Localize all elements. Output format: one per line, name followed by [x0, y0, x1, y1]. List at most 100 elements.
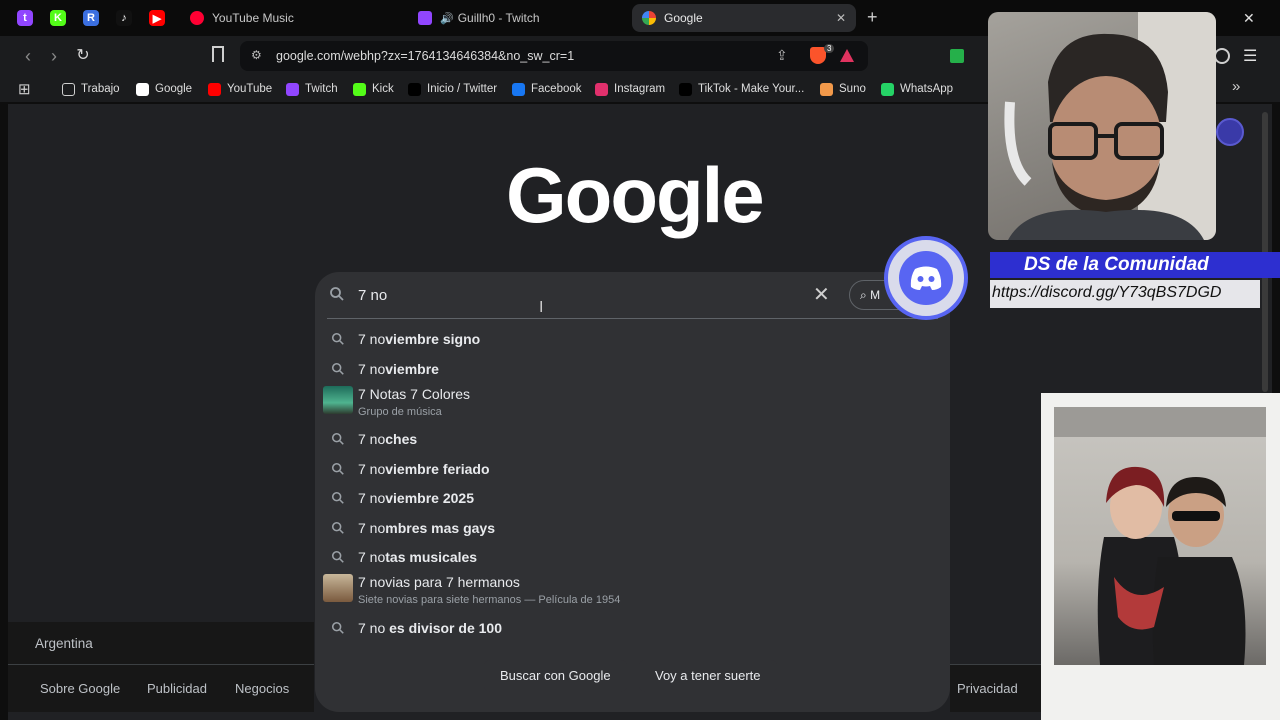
extension-icon[interactable]	[950, 49, 964, 63]
bookmark-whatsapp[interactable]: WhatsApp	[881, 80, 953, 98]
bookmark-facebook[interactable]: Facebook	[512, 80, 582, 98]
suggestion-item[interactable]: 7 nombres mas gays	[315, 514, 950, 542]
favicon-icon	[286, 82, 299, 96]
search-icon	[331, 621, 344, 634]
suggestion-thumbnail	[323, 574, 353, 602]
suggestion-item[interactable]: 7 noviembre	[315, 355, 950, 383]
bookmark-page-icon[interactable]	[212, 46, 224, 62]
bookmark-suno[interactable]: Suno	[820, 80, 866, 98]
bookmark-twitch[interactable]: Twitch	[286, 80, 338, 98]
footer-link-business[interactable]: Negocios	[235, 681, 289, 696]
youtube-music-icon	[190, 11, 204, 25]
suggestion-completion: viembre	[385, 361, 439, 377]
suggestion-text: 7 notas musicales	[358, 549, 477, 565]
address-bar[interactable]: ⚙ google.com/webhp?zx=1764134646384&no_s…	[240, 41, 868, 71]
suggestion-completion: ches	[385, 431, 418, 447]
share-icon[interactable]: ⇪	[776, 47, 788, 64]
apps-grid-icon[interactable]: ⊞	[18, 80, 31, 98]
search-icon	[331, 550, 344, 563]
polaroid-photo	[1054, 407, 1266, 665]
search-icon	[331, 521, 344, 534]
suggestion-prefix: 7 no	[358, 520, 386, 536]
brave-rewards-icon[interactable]	[840, 49, 854, 62]
webcam-person-image	[1004, 12, 1216, 240]
bookmark-kick[interactable]: Kick	[353, 80, 394, 98]
discord-icon	[899, 251, 953, 305]
suggestion-prefix: 7 no	[358, 549, 386, 565]
suggestion-prefix: 7 no	[358, 331, 386, 347]
pinned-tab-r[interactable]: R	[78, 6, 104, 30]
back-button[interactable]: ‹	[16, 44, 40, 68]
suggestion-item[interactable]: 7 notas musicales	[315, 543, 950, 571]
twitch-icon: t	[17, 10, 33, 26]
footer-link-about[interactable]: Sobre Google	[40, 681, 120, 696]
twitch-pinned-tab[interactable]: t	[12, 6, 38, 30]
footer-link-advertising[interactable]: Publicidad	[147, 681, 207, 696]
youtube-pinned-tab[interactable]: ▶	[144, 6, 170, 30]
bookmark-google[interactable]: Google	[136, 80, 192, 98]
discord-title: DS de la Comunidad	[1024, 254, 1209, 275]
suggestion-prefix: 7 no	[358, 361, 386, 377]
site-settings-icon[interactable]: ⚙	[251, 48, 262, 62]
folder-icon	[62, 82, 75, 96]
suggestion-item[interactable]: 7 Notas 7 Colores Grupo de música	[315, 384, 950, 418]
tiktok-icon: ♪	[116, 10, 132, 26]
footer-links-bar: Sobre Google Publicidad Negocios	[8, 664, 314, 712]
close-icon[interactable]: ✕	[836, 11, 846, 25]
brave-wallet-icon[interactable]	[1214, 48, 1230, 64]
google-search-button[interactable]: Buscar con Google	[484, 660, 627, 692]
profile-avatar[interactable]	[1216, 118, 1244, 146]
suggestion-text: 7 noviembre 2025	[358, 490, 474, 506]
tab-twitch[interactable]: 🔊 Guillh0 - Twitch	[408, 4, 632, 32]
search-input[interactable]: 7 no	[358, 287, 387, 304]
bookmark-label: Instagram	[614, 83, 666, 95]
more-bookmarks-icon[interactable]: »	[1232, 78, 1240, 95]
letter-r-icon: R	[83, 10, 99, 26]
bookmark-label: Google	[155, 83, 193, 95]
suggestion-text: 7 noviembre	[358, 361, 439, 377]
bookmark-youtube[interactable]: YouTube	[208, 80, 272, 98]
suggestion-completion: es divisor de 100	[385, 620, 502, 636]
tab-label: Guillh0 - Twitch	[457, 11, 540, 25]
menu-icon[interactable]: ☰	[1243, 46, 1257, 66]
bookmark-trabajo[interactable]: Trabajo	[62, 80, 120, 98]
tab-youtube-music[interactable]: YouTube Music	[180, 4, 408, 32]
reload-button[interactable]: ↻	[71, 44, 95, 68]
bookmark-label: Facebook	[531, 83, 582, 95]
tab-google[interactable]: Google ✕	[632, 4, 856, 32]
favicon-icon	[136, 82, 149, 96]
forward-button[interactable]: ›	[42, 44, 66, 68]
close-window-button[interactable]: ✕	[1243, 10, 1255, 27]
ai-mode-label: M	[870, 288, 881, 302]
polaroid-photo-frame	[1041, 393, 1280, 720]
twitch-icon	[418, 11, 432, 25]
new-tab-button[interactable]: +	[867, 7, 878, 28]
suggestion-prefix: 7 no	[358, 490, 386, 506]
bookmark-label: Suno	[839, 83, 866, 95]
bookmark-label: Kick	[372, 83, 394, 95]
bookmark-label: Inicio / Twitter	[427, 83, 498, 95]
bookmark-inicio-twitter[interactable]: Inicio / Twitter	[408, 80, 497, 98]
search-icon	[331, 362, 344, 375]
suggestion-text: 7 nombres mas gays	[358, 520, 495, 536]
discord-invite-url: https://discord.gg/Y73qBS7DGD	[992, 284, 1222, 301]
bookmark-instagram[interactable]: Instagram	[595, 80, 665, 98]
suggestion-subtitle: Siete novias para siete hermanos — Pelíc…	[358, 594, 621, 606]
sparkle-search-icon: ⌕	[860, 288, 867, 302]
speaker-icon: 🔊	[440, 12, 454, 25]
suggestion-item[interactable]: 7 no es divisor de 100	[315, 614, 950, 642]
tiktok-pinned-tab[interactable]: ♪	[111, 6, 137, 30]
discord-logo-badge	[884, 236, 968, 320]
kick-pinned-tab[interactable]: K	[45, 6, 71, 30]
suggestion-item[interactable]: 7 noviembre signo	[315, 325, 950, 353]
search-icon	[331, 491, 344, 504]
feeling-lucky-button[interactable]: Voy a tener suerte	[639, 660, 777, 692]
suggestion-item[interactable]: 7 novias para 7 hermanos Siete novias par…	[315, 572, 950, 606]
suggestion-item[interactable]: 7 noviembre 2025	[315, 484, 950, 512]
suggestion-completion: viembre 2025	[385, 490, 474, 506]
bookmark-tiktok-make-your[interactable]: TikTok - Make Your...	[679, 80, 804, 98]
clear-search-button[interactable]: ✕	[813, 282, 830, 307]
footer-link-privacy[interactable]: Privacidad	[957, 681, 1018, 696]
suggestion-item[interactable]: 7 noviembre feriado	[315, 455, 950, 483]
suggestion-item[interactable]: 7 noches	[315, 425, 950, 453]
